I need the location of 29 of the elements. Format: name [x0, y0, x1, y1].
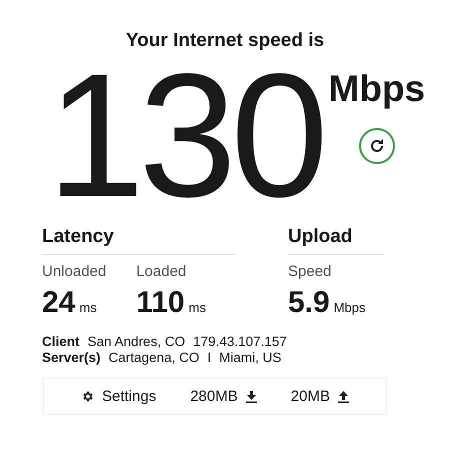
section-title: Upload: [288, 226, 384, 255]
upload-icon: [338, 390, 349, 402]
speed-unit: Mbps: [328, 68, 426, 110]
info-label: Server(s): [42, 350, 101, 366]
section-title: Latency: [42, 226, 236, 255]
metric-label: Loaded: [136, 263, 188, 280]
page-heading: Your Internet speed is: [124, 30, 326, 52]
metric-label: Unloaded: [42, 263, 106, 280]
info-value: 179.43.107.157: [193, 334, 287, 350]
info-value: Miami, US: [219, 350, 282, 366]
info-label: Client: [42, 334, 80, 350]
refresh-icon: [368, 138, 385, 154]
speed-value: 130: [46, 56, 323, 216]
download-size: 280MB: [190, 388, 238, 405]
metric-unit: Mbps: [334, 300, 366, 315]
info-value: San Andres, CO: [88, 334, 186, 350]
metric-value: 24: [42, 286, 76, 319]
settings-link[interactable]: Settings: [102, 388, 156, 405]
upload-size: 20MB: [290, 388, 330, 405]
metric-value: 5.9: [288, 286, 330, 319]
metric-unit: ms: [79, 300, 97, 315]
download-icon: [246, 390, 257, 402]
info-value: I: [207, 350, 212, 366]
metric-label: Speed: [288, 263, 332, 280]
metric-unit: ms: [188, 300, 206, 315]
metric-value: 110: [136, 286, 185, 319]
info-value: Cartagena, CO: [108, 350, 200, 366]
settings-icon: [81, 390, 94, 403]
refresh-button[interactable]: [358, 128, 395, 164]
